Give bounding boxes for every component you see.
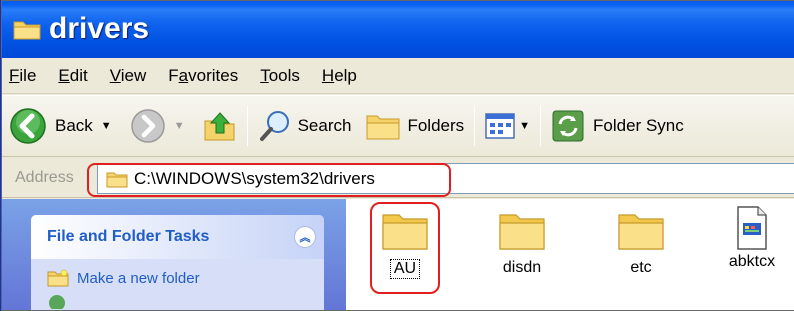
task-make-new-folder[interactable]: Make a new folder <box>31 259 324 287</box>
views-button[interactable]: ▼ <box>485 112 530 140</box>
forward-arrow-icon <box>130 109 165 143</box>
task-pane: File and Folder Tasks ︽ Make a new folde… <box>1 199 346 311</box>
search-button[interactable]: Search <box>258 109 352 143</box>
file-name-disdn: disdn <box>502 259 542 276</box>
back-label: Back <box>55 116 93 135</box>
folders-icon <box>366 115 400 140</box>
search-label: Search <box>297 116 352 135</box>
folder-icon <box>13 21 41 40</box>
address-label: Address <box>15 168 74 186</box>
folder-sync-label: Folder Sync <box>593 116 684 135</box>
up-folder-button[interactable] <box>203 109 237 143</box>
folders-button[interactable]: Folders <box>365 110 464 142</box>
au-folder-highlight-annotation <box>370 202 440 294</box>
menu-view-rest: iew <box>120 65 147 85</box>
back-arrow-icon <box>10 108 46 144</box>
file-item-disdn[interactable]: disdn <box>477 209 567 277</box>
menu-tools-accel: T <box>260 65 269 85</box>
forward-button[interactable] <box>130 108 166 144</box>
menu-help-accel: H <box>321 65 335 85</box>
menu-edit-accel: E <box>58 65 70 85</box>
menu-tools[interactable]: Tools <box>260 66 300 86</box>
menu-favorites-accel: a <box>178 65 189 85</box>
back-dropdown-icon[interactable]: ▼ <box>101 120 112 132</box>
menu-file-rest: ile <box>19 65 37 85</box>
explorer-window: drivers File Edit View Favorites Tools H… <box>0 0 794 311</box>
menu-favorites-rest: vorites <box>188 65 239 85</box>
new-folder-icon <box>47 269 69 287</box>
task-panel-title: File and Folder Tasks <box>47 228 210 245</box>
window-title: drivers <box>49 12 150 45</box>
folder-icon <box>499 214 545 250</box>
file-icon <box>737 206 767 250</box>
menu-bar: File Edit View Favorites Tools Help <box>1 58 794 94</box>
back-button[interactable]: Back <box>9 107 93 145</box>
menu-help-rest: elp <box>334 65 357 85</box>
folder-icon <box>618 214 664 250</box>
menu-tools-rest: ools <box>268 65 300 85</box>
toolbar-separator <box>246 106 248 146</box>
file-item-abktcx[interactable]: abktcx <box>707 205 794 271</box>
file-name-abktcx: abktcx <box>728 253 776 270</box>
toolbar: Back ▼ ▼ Search Folders ▼ Folder Sync <box>1 95 794 157</box>
task-partial-item <box>31 287 324 309</box>
forward-dropdown-icon[interactable]: ▼ <box>174 120 185 132</box>
menu-help[interactable]: Help <box>322 66 357 86</box>
menu-file[interactable]: File <box>9 66 36 86</box>
toolbar-separator <box>540 106 542 146</box>
file-name-etc: etc <box>630 259 652 276</box>
menu-edit-rest: dit <box>69 65 88 85</box>
menu-favorites-pre: F <box>168 65 179 85</box>
views-dropdown-icon[interactable]: ▼ <box>519 120 530 132</box>
globe-icon <box>49 295 65 309</box>
title-bar[interactable]: drivers <box>1 0 794 58</box>
collapse-chevron-icon[interactable]: ︽ <box>294 226 316 248</box>
menu-edit[interactable]: Edit <box>58 66 87 86</box>
menu-file-accel: F <box>9 65 20 85</box>
search-icon <box>259 111 289 141</box>
menu-view[interactable]: View <box>110 66 147 86</box>
file-folder-tasks-panel: File and Folder Tasks ︽ Make a new folde… <box>31 215 324 311</box>
up-folder-icon <box>204 112 235 141</box>
views-icon <box>485 113 515 139</box>
toolbar-separator <box>474 106 476 146</box>
folders-label: Folders <box>407 116 465 135</box>
task-panel-header[interactable]: File and Folder Tasks ︽ <box>31 215 324 259</box>
menu-view-accel: V <box>109 65 121 85</box>
folder-sync-button[interactable]: Folder Sync <box>551 109 684 143</box>
file-item-etc[interactable]: etc <box>596 209 686 277</box>
address-highlight-annotation <box>87 163 451 197</box>
folder-sync-icon <box>552 110 584 142</box>
menu-favorites[interactable]: Favorites <box>168 66 238 86</box>
task-make-new-folder-label: Make a new folder <box>77 269 200 287</box>
